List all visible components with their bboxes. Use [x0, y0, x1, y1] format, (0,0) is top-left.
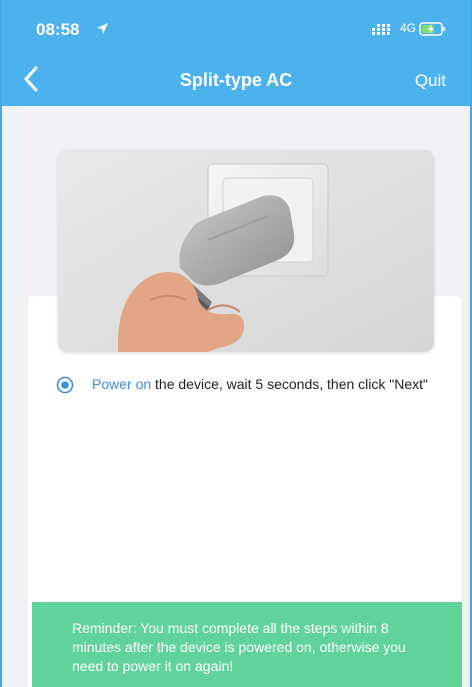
status-time: 08:58 — [36, 20, 80, 39]
reminder-banner: Reminder: You must complete all the step… — [32, 602, 462, 687]
plug-in-socket-icon — [58, 150, 434, 352]
radio-selected-icon — [56, 376, 74, 394]
battery-charging-icon — [419, 22, 446, 41]
step-highlight: Power on — [92, 376, 152, 392]
nav-bar: Split-type AC Quit — [2, 56, 470, 106]
reminder-text: Reminder: You must complete all the step… — [72, 620, 406, 674]
header-area: 08:58 4G Split-type AC Quit — [2, 0, 470, 106]
step-text: Power on the device, wait 5 seconds, the… — [92, 374, 444, 395]
step-radio-button[interactable] — [56, 376, 74, 400]
quit-button[interactable]: Quit — [415, 71, 446, 91]
page-title: Split-type AC — [179, 70, 293, 90]
status-bar: 08:58 4G — [2, 0, 470, 56]
location-arrow-icon — [96, 22, 109, 40]
signal-icon — [372, 23, 394, 41]
step-body: the device, wait 5 seconds, then click "… — [151, 376, 429, 392]
network-type: 4G — [400, 21, 417, 35]
app-screen: 08:58 4G Split-type AC Quit Power on the… — [0, 0, 472, 687]
